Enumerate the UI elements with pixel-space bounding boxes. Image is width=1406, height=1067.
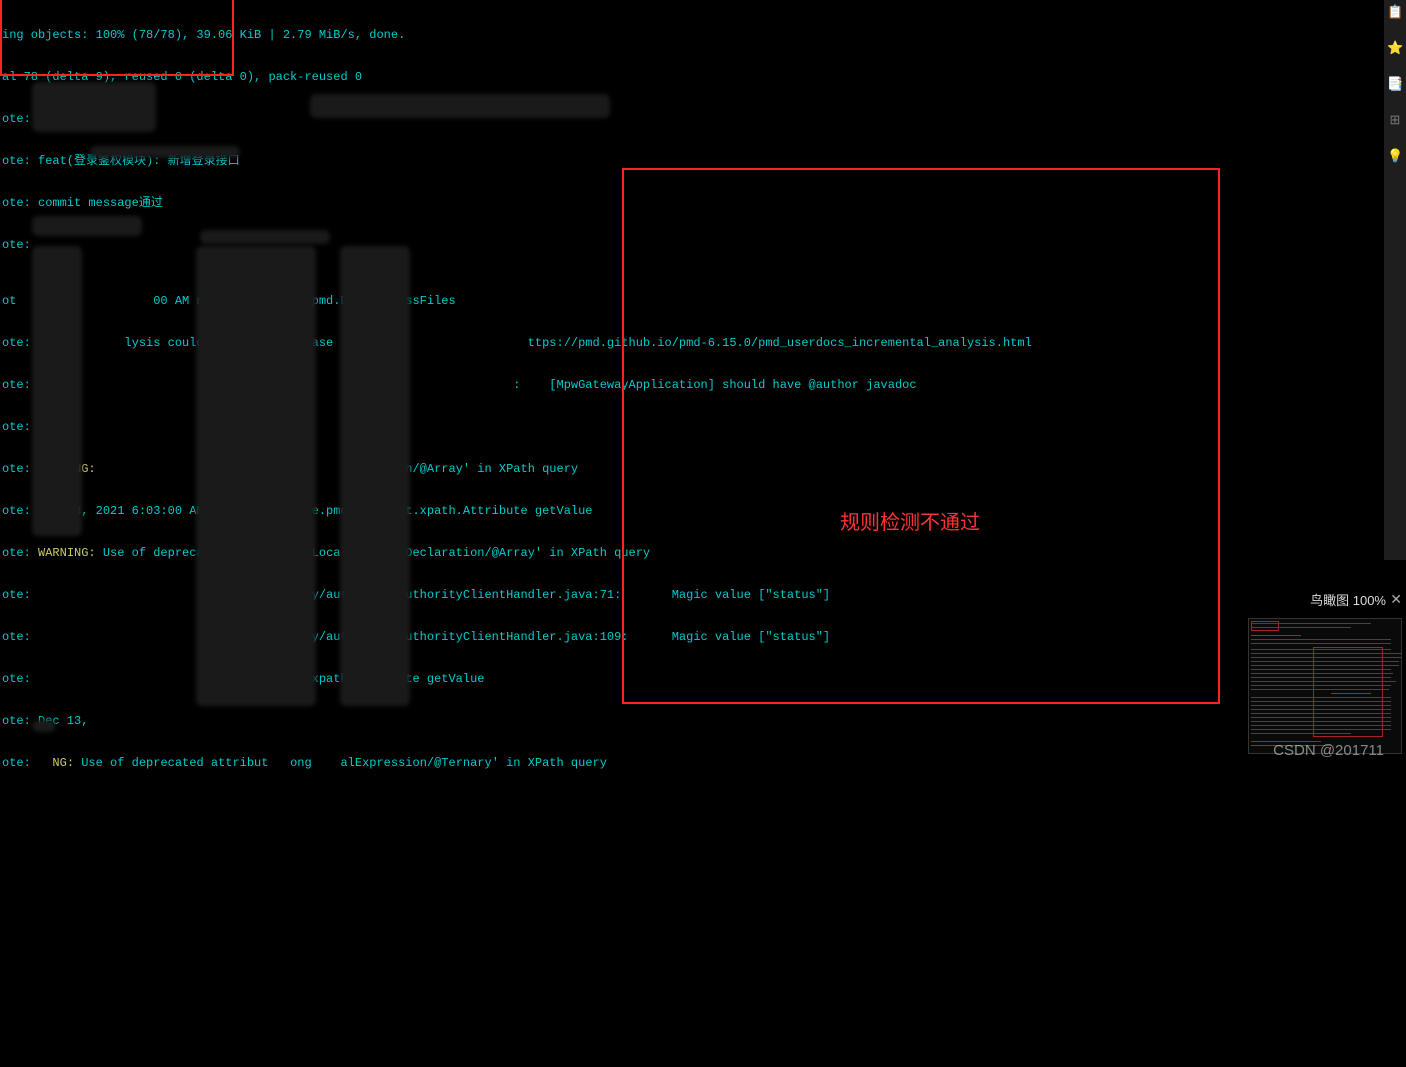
line: ote: ay/authority/AuthorityClientHandler… [2, 588, 1388, 602]
grid-icon[interactable]: ⊞ [1387, 114, 1403, 130]
line-header: ote: commit message通过 [2, 196, 1388, 210]
terminal-output[interactable]: ing objects: 100% (78/78), 39.06 KiB | 2… [0, 0, 1390, 772]
line-warning: ote: NG: Use of deprecated attribut ong … [2, 756, 1388, 770]
line: ote: lysis could be faster, please ttps:… [2, 336, 1388, 350]
line: ote: Dec 13, 2021 6:03:00 AM net.sourcef… [2, 504, 1388, 518]
line-header: ote: 开始检测代码质量 [2, 112, 1388, 126]
clipboard-icon[interactable]: 📋 [1387, 6, 1403, 22]
line-header: al 78 (delta 9), reused 0 (delta 0), pac… [2, 70, 1388, 84]
line: ote: xpath.Attribute getValue [2, 672, 1388, 686]
line-warning: ote: WARNING: .claration/@Array' in XPat… [2, 462, 1388, 476]
line-header: ote: [2, 238, 1388, 252]
line-warning: ote: WARNING: Use of deprecated attribut… [2, 546, 1388, 560]
line-header: ing objects: 100% (78/78), 39.06 KiB | 2… [2, 28, 1388, 42]
line: ote: : [MpwGatewayApplication] should ha… [2, 378, 1388, 392]
minimap[interactable] [1248, 618, 1402, 754]
line-header: ote: feat(登录鉴权模块): 新增登录接口 [2, 154, 1388, 168]
line: ote: [2, 420, 1388, 434]
star-icon[interactable]: ⭐ [1387, 42, 1403, 58]
line: ote: Dec 13, [2, 714, 1388, 728]
editor-right-rail: 📋 ⭐ 📑 ⊞ 💡 [1384, 0, 1406, 560]
bookmark-icon[interactable]: 📑 [1387, 78, 1403, 94]
minimap-title: 鸟瞰图 100% [1310, 594, 1386, 608]
line: ote: ay/authority/AuthorityClientHandler… [2, 630, 1388, 644]
close-icon[interactable]: ✕ [1390, 594, 1402, 608]
line: ot 00 AM net.sourceforge.pmd.PMD process… [2, 294, 1388, 308]
bulb-icon[interactable]: 💡 [1387, 150, 1403, 166]
